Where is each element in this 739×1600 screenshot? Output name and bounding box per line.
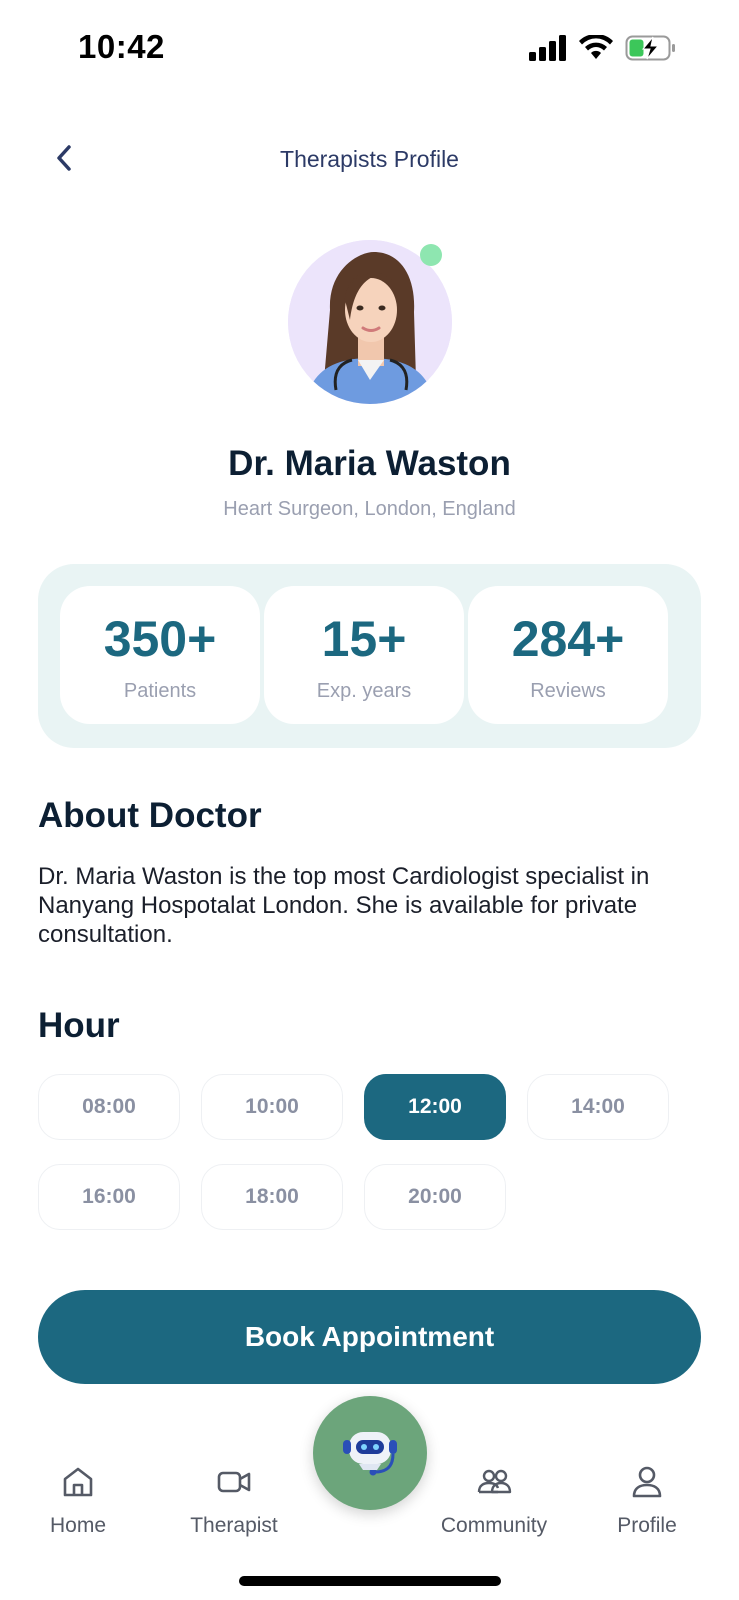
community-icon: [477, 1469, 512, 1494]
stat-label: Patients: [123, 680, 197, 702]
stat-card-reviews: 284+ Reviews: [468, 586, 668, 724]
hour-slot[interactable]: 14:00: [527, 1074, 669, 1140]
hour-slot[interactable]: 10:00: [201, 1074, 343, 1140]
nav-label: Profile: [617, 1514, 677, 1537]
bottom-nav: Home Therapist Community Profile: [0, 1396, 739, 1600]
nav-label: Therapist: [190, 1514, 278, 1537]
hour-title: Hour: [38, 1006, 120, 1045]
hour-slot[interactable]: 20:00: [364, 1164, 506, 1230]
doctor-name: Dr. Maria Waston: [228, 444, 511, 483]
nav-item-community[interactable]: Community: [424, 1464, 564, 1538]
book-appointment-button[interactable]: Book Appointment: [38, 1290, 701, 1384]
battery-charging-icon: [625, 35, 675, 61]
nav-item-therapist[interactable]: Therapist: [164, 1464, 304, 1538]
stat-label: Reviews: [530, 680, 606, 702]
stat-value: 284+: [511, 611, 625, 667]
home-icon: [63, 1467, 93, 1497]
page-title: Therapists Profile: [280, 146, 459, 172]
header: Therapists Profile: [0, 130, 739, 190]
stat-card-experience: 15+ Exp. years: [264, 586, 464, 724]
video-icon: [217, 1471, 251, 1493]
status-time: 10:42: [78, 28, 165, 65]
person-icon: [632, 1466, 662, 1498]
online-status-dot: [420, 244, 442, 266]
about-title: About Doctor: [38, 796, 262, 835]
nav-item-home[interactable]: Home: [8, 1464, 148, 1538]
home-indicator: [239, 1576, 501, 1586]
robot-assistant-icon: [343, 1432, 397, 1476]
doctor-specialty: Heart Surgeon, London, England: [223, 498, 516, 520]
nav-label: Community: [440, 1514, 548, 1537]
wifi-icon: [579, 35, 613, 59]
signal-icon: [529, 35, 566, 61]
status-bar: 10:42: [0, 0, 739, 100]
stats-panel: 350+ Patients 15+ Exp. years 284+ Review…: [38, 564, 701, 748]
stat-label: Exp. years: [316, 680, 412, 702]
about-text: Dr. Maria Waston is the top most Cardiol…: [38, 863, 650, 948]
nav-item-profile[interactable]: Profile: [577, 1464, 717, 1538]
ai-assistant-button[interactable]: [313, 1396, 427, 1510]
stat-value: 15+: [321, 611, 407, 667]
doctor-avatar-wrap: [288, 240, 452, 404]
hour-slot[interactable]: 16:00: [38, 1164, 180, 1230]
stat-card-patients: 350+ Patients: [60, 586, 260, 724]
nav-label: Home: [49, 1514, 107, 1537]
hour-slot[interactable]: 12:00: [364, 1074, 506, 1140]
status-icons: [529, 34, 677, 62]
stat-value: 350+: [103, 611, 217, 667]
hour-slot[interactable]: 18:00: [201, 1164, 343, 1230]
hour-slot[interactable]: 08:00: [38, 1074, 180, 1140]
